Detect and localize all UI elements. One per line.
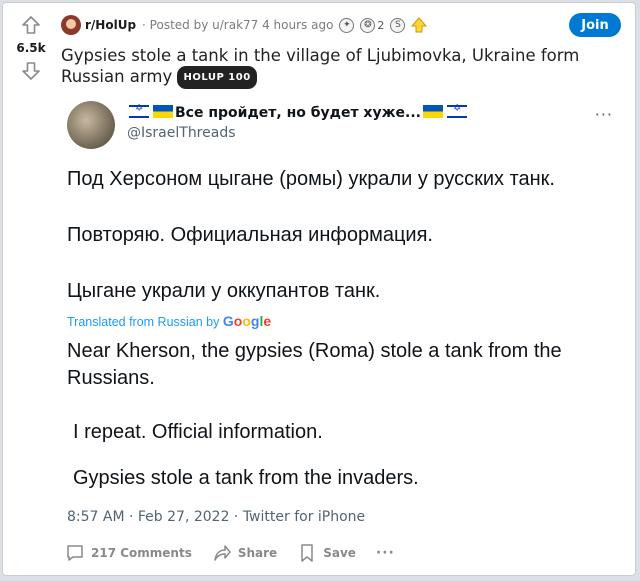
- vote-count: 6.5k: [16, 41, 46, 55]
- share-button[interactable]: Share: [212, 543, 277, 563]
- post-flair[interactable]: HOLUP 100: [177, 66, 257, 89]
- save-label: Save: [323, 546, 356, 560]
- tweet-ru-line: Повторяю. Официальная информация.: [67, 224, 433, 246]
- israel-flag-icon: [129, 103, 149, 118]
- translated-by: Translated from Russian by Google: [67, 313, 272, 329]
- more-icon[interactable]: ···: [376, 545, 395, 561]
- save-icon: [301, 544, 313, 562]
- award-count: 2: [377, 18, 385, 32]
- vote-column: 6.5k: [3, 3, 59, 575]
- tweet-en-line: Gypsies stole a tank from the invaders.: [73, 467, 419, 489]
- award-icon[interactable]: ✦: [339, 17, 355, 33]
- tweet-avatar: [67, 101, 115, 149]
- comments-button[interactable]: 217 Comments: [65, 543, 192, 563]
- tweet-timestamp: 8:57 AM · Feb 27, 2022 · Twitter for iPh…: [67, 509, 366, 525]
- post-meta: · Posted by u/rak77 4 hours ago: [142, 18, 334, 32]
- comments-label: 217 Comments: [91, 546, 192, 560]
- downvote-icon[interactable]: [19, 59, 43, 83]
- post-card: 6.5k r/HolUp · Posted by u/rak77 4 hours…: [2, 2, 636, 576]
- tweet-ru-line: Цыгане украли у оккупантов танк.: [67, 280, 381, 302]
- ukraine-flag-icon: [422, 105, 443, 118]
- share-label: Share: [237, 546, 278, 560]
- israel-flag-icon: [446, 103, 467, 118]
- award-icon[interactable]: S: [390, 17, 406, 33]
- tweet-more-icon: ···: [594, 105, 613, 124]
- award-icon[interactable]: ❂ 2: [360, 17, 385, 33]
- tweet-en-line: Near Kherson, the gypsies (Roma) stole a…: [67, 340, 562, 389]
- comment-icon: [67, 545, 83, 561]
- upvote-icon[interactable]: [19, 13, 43, 37]
- tweet-ru-line: Под Херсоном цыгане (ромы) украли у русс…: [67, 168, 555, 190]
- google-logo: Google: [222, 313, 272, 329]
- tweet-handle: @IsraelThreads: [127, 125, 236, 141]
- tweet-en-line: I repeat. Official information.: [73, 421, 323, 443]
- save-button[interactable]: Save: [297, 543, 356, 563]
- tweet-body: Под Херсоном цыгане (ромы) украли у русс…: [67, 167, 623, 490]
- post-title[interactable]: Gypsies stole a tank in the village of L…: [61, 45, 581, 89]
- tweet-image[interactable]: Все пройдет, но будет хуже... @IsraelThr…: [61, 95, 627, 535]
- subreddit-link[interactable]: r/HolUp: [85, 18, 136, 32]
- post-header: r/HolUp · Posted by u/rak77 4 hours ago …: [61, 13, 621, 37]
- subreddit-avatar[interactable]: [61, 15, 81, 35]
- ukraine-flag-icon: [153, 105, 173, 118]
- tweet-display-name: Все пройдет, но будет хуже...: [127, 103, 469, 121]
- post-actions: 217 Comments Share Save ···: [65, 539, 415, 567]
- join-button[interactable]: Join: [569, 13, 621, 37]
- share-icon: [214, 545, 231, 561]
- award-icon[interactable]: [411, 17, 428, 33]
- post-title-text: Gypsies stole a tank in the village of L…: [61, 46, 580, 86]
